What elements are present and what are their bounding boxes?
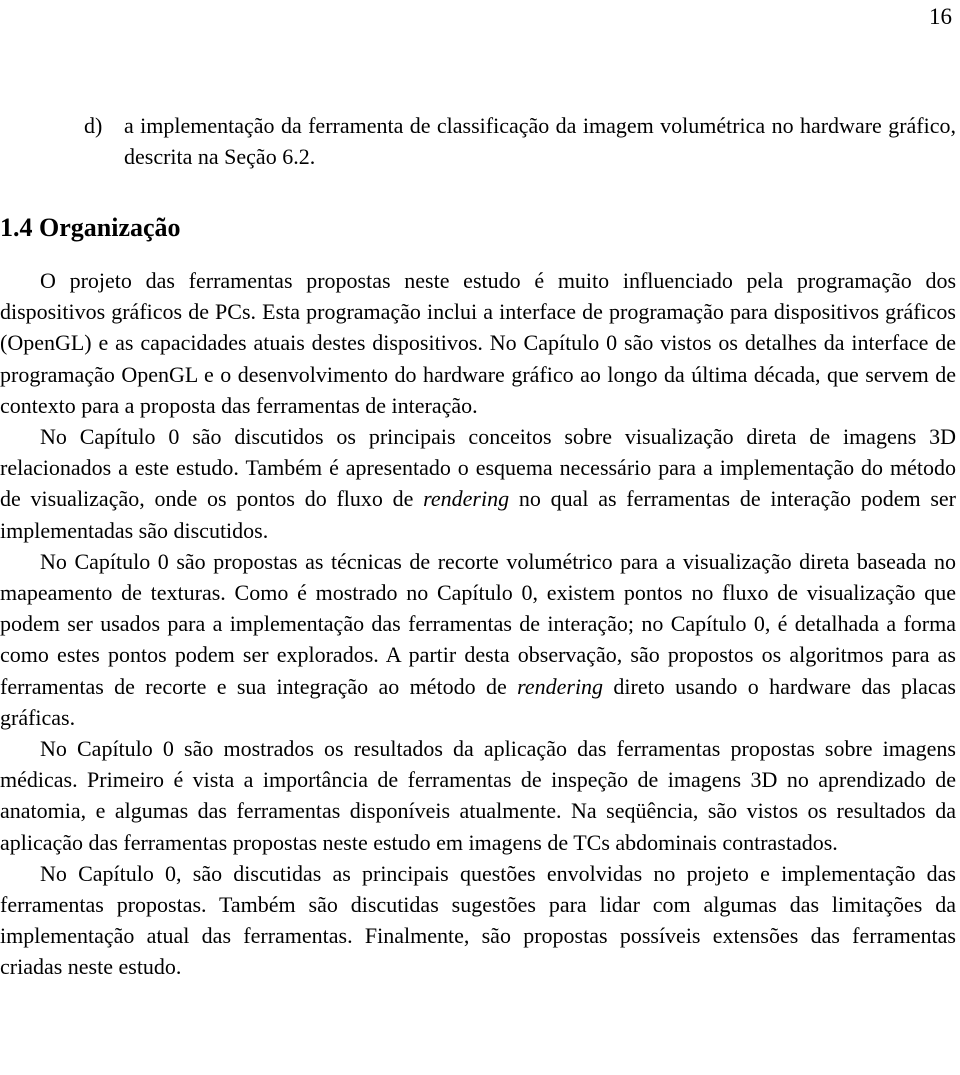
paragraph-text: No Capítulo 0, são discutidas as princip… [0,860,956,980]
paragraph: No Capítulo 0 são propostas as técnicas … [0,546,956,733]
list-marker: d) [84,113,103,138]
italic-term: rendering [517,673,604,699]
paragraph-text: O projeto das ferramentas propostas nest… [0,268,956,418]
italic-term: rendering [423,486,510,512]
paragraph: O projeto das ferramentas propostas nest… [0,265,956,421]
list-item-text: a implementação da ferramenta de classif… [124,113,956,169]
paragraph: No Capítulo 0 são discutidos os principa… [0,421,956,546]
section-heading: 1.4 Organização [0,213,181,242]
paragraph: No Capítulo 0, são discutidas as princip… [0,858,956,983]
paragraph-text: No Capítulo 0 são mostrados os resultado… [0,736,956,855]
page-number: 16 [929,4,952,29]
section-body: O projeto das ferramentas propostas nest… [0,265,956,983]
list-item-d: d) a implementação da ferramenta de clas… [84,110,956,172]
paragraph: No Capítulo 0 são mostrados os resultado… [0,733,956,858]
